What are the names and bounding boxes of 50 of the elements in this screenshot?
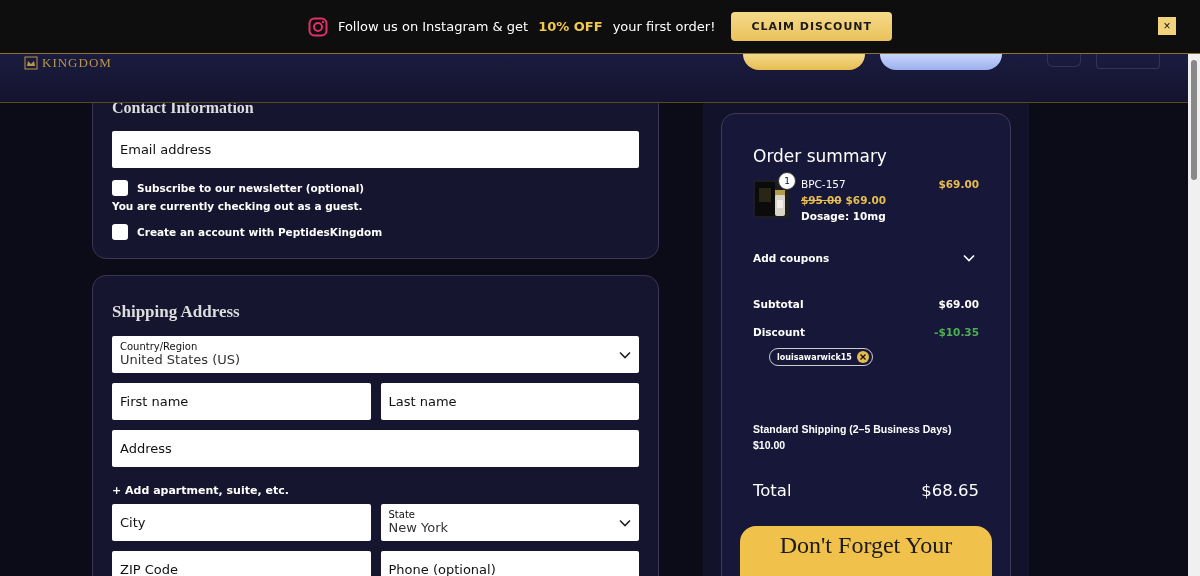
discount-highlight: 10% OFF [538, 19, 603, 34]
chevron-down-icon [963, 254, 975, 262]
city-field[interactable]: City [112, 504, 371, 541]
add-apartment-link[interactable]: + Add apartment, suite, etc. [112, 484, 289, 497]
guest-note: You are currently checking out as a guest. [112, 200, 364, 212]
shipping-method: Standard Shipping (2–5 Business Days) $10.00 [753, 422, 953, 453]
promo-text: Follow us on Instagram & get [337, 19, 529, 34]
vip-button[interactable] [879, 54, 1002, 70]
phone-field[interactable]: Phone (optional) [380, 551, 639, 576]
total-value: $68.65 [921, 480, 979, 500]
address-field[interactable]: Address [112, 430, 639, 467]
logo-text: KINGDOM [42, 55, 112, 71]
total-label: Total [753, 480, 792, 500]
remove-coupon-button[interactable] [856, 351, 869, 363]
shop-button[interactable] [742, 54, 865, 70]
discount-label: Discount [753, 326, 805, 338]
discount-value: -$10.35 [934, 326, 979, 338]
chevron-down-icon [619, 350, 631, 359]
subtotal-value: $69.00 [938, 298, 979, 310]
checkbox-label: Subscribe to our newsletter (optional) [137, 182, 365, 194]
chevron-down-icon [619, 518, 631, 527]
scrollbar-thumb[interactable] [1191, 60, 1197, 180]
close-icon [859, 354, 866, 360]
country-select[interactable]: Country/Region United States (US) [112, 336, 639, 373]
quantity-badge: 1 [778, 172, 796, 190]
last-name-field[interactable]: Last name [380, 383, 639, 420]
product-name: BPC-157 [801, 178, 847, 190]
checkbox-label: Create an account with PeptidesKingdom [137, 226, 383, 238]
promo-text: your first order! [612, 19, 716, 34]
section-title: Contact Information [112, 99, 255, 117]
claim-discount-button[interactable]: CLAIM DISCOUNT [731, 12, 893, 41]
summary-title: Order summary [753, 146, 888, 166]
section-title: Shipping Address [112, 302, 241, 322]
crown-logo-icon [24, 56, 38, 70]
checkbox[interactable] [112, 224, 128, 240]
add-coupons-toggle[interactable]: Add coupons [753, 252, 979, 264]
sale-price: $69.00 [845, 194, 887, 206]
email-field[interactable]: Email address [112, 131, 639, 168]
dosage: Dosage: 10mg [801, 210, 887, 222]
line-total: $69.00 [938, 178, 979, 192]
old-price: $95.00 [801, 194, 842, 206]
checkbox[interactable] [112, 180, 128, 196]
subtotal-label: Subtotal [753, 298, 804, 310]
close-button[interactable]: × [1158, 17, 1176, 35]
reminder-button[interactable]: Don't Forget Your [740, 525, 992, 576]
coupon-code: louisawarwick15 [777, 352, 852, 362]
first-name-field[interactable]: First name [112, 383, 371, 420]
instagram-icon[interactable] [307, 16, 328, 37]
state-select[interactable]: State New York [380, 504, 639, 541]
zip-field[interactable]: ZIP Code [112, 551, 371, 576]
